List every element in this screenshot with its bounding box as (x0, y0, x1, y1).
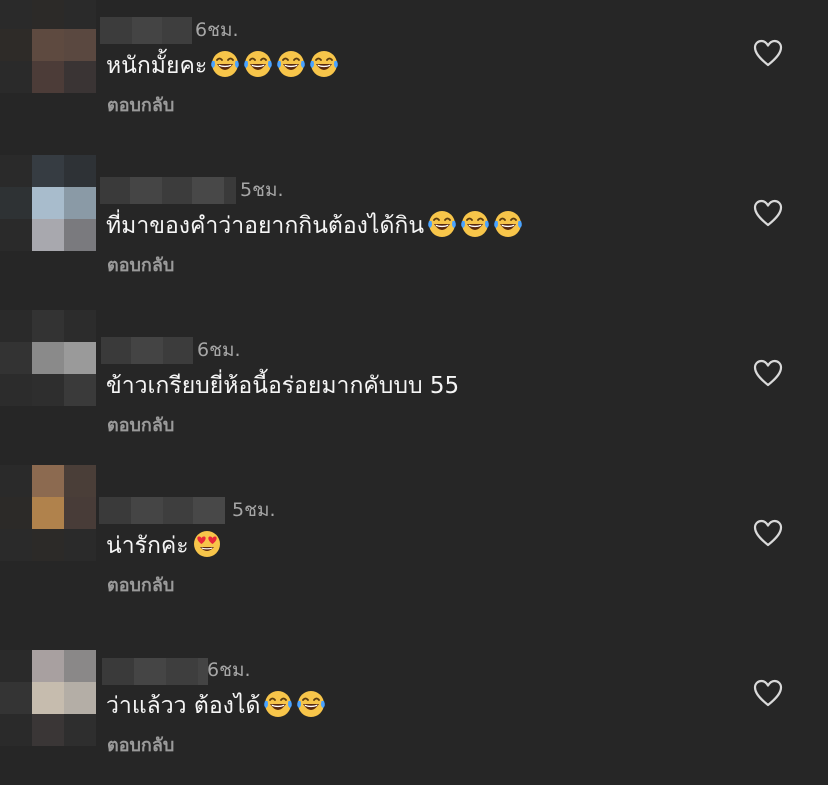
laughing-tears-emoji-icon (461, 211, 489, 237)
avatar-blurred[interactable] (0, 650, 96, 746)
comment-time: 6ชม. (197, 339, 241, 361)
heart-icon[interactable] (752, 198, 784, 228)
heart-icon[interactable] (752, 358, 784, 388)
comment-text-row: ที่มาของคำว่าอยากกินต้องได้กิน (106, 209, 523, 243)
comment-list: 6ชม. หนักมั้ยคะ ตอบกลับ 5ชม. ที่มาของคำว… (0, 0, 828, 785)
comment-item: 6ชม. ข้าวเกรียบยี่ห้อนี้อร่อยมากคับบบ 55… (0, 310, 828, 480)
laughing-tears-emoji-icon (264, 691, 293, 717)
comment-time: 6ชม. (195, 19, 239, 41)
laughing-tears-emoji-icon (277, 51, 305, 77)
laughing-tears-emoji-icon (297, 691, 326, 717)
comment-time: 5ชม. (240, 179, 284, 201)
comment-text-row: ว่าแล้วว ต้องได้ (106, 689, 326, 723)
avatar-blurred[interactable] (0, 155, 96, 251)
laughing-tears-emoji-icon (494, 211, 522, 237)
comment-time: 5ชม. (232, 499, 276, 521)
reply-button[interactable]: ตอบกลับ (107, 573, 174, 599)
avatar-blurred[interactable] (0, 310, 96, 406)
comment-text: ข้าวเกรียบยี่ห้อนี้อร่อยมากคับบบ 55 (106, 373, 460, 399)
avatar-blurred[interactable] (0, 0, 96, 93)
username-blurred[interactable] (100, 177, 236, 204)
comment-text-row: ข้าวเกรียบยี่ห้อนี้อร่อยมากคับบบ 55 (106, 369, 459, 403)
username-blurred[interactable] (99, 497, 225, 524)
laughing-tears-emoji-icon (310, 51, 338, 77)
reply-button[interactable]: ตอบกลับ (107, 413, 174, 439)
username-blurred[interactable] (101, 337, 193, 364)
comment-item: 5ชม. ที่มาของคำว่าอยากกินต้องได้กิน ตอบก… (0, 155, 828, 320)
username-blurred[interactable] (100, 17, 192, 44)
reply-button[interactable]: ตอบกลับ (107, 733, 174, 759)
comment-text: น่ารักค่ะ (106, 533, 189, 559)
heart-icon[interactable] (752, 518, 784, 548)
laughing-tears-emoji-icon (211, 51, 239, 77)
heart-icon[interactable] (752, 38, 784, 68)
comment-text: ว่าแล้วว ต้องได้ (106, 693, 261, 719)
username-blurred[interactable] (102, 658, 208, 685)
comment-item: 6ชม. ว่าแล้วว ต้องได้ ตอบกลับ (0, 640, 828, 785)
comment-text-row: หนักมั้ยคะ (106, 49, 339, 83)
reply-button[interactable]: ตอบกลับ (107, 93, 174, 119)
heart-icon[interactable] (752, 678, 784, 708)
comment-text: หนักมั้ยคะ (106, 53, 208, 79)
laughing-tears-emoji-icon (244, 51, 272, 77)
avatar-blurred[interactable] (0, 465, 96, 561)
comment-text-row: น่ารักค่ะ (106, 529, 222, 563)
heart-eyes-emoji-icon (193, 531, 220, 557)
comment-time: 6ชม. (207, 659, 251, 681)
comment-item: 5ชม. น่ารักค่ะ ตอบกลับ (0, 465, 828, 640)
comment-text: ที่มาของคำว่าอยากกินต้องได้กิน (106, 213, 425, 239)
reply-button[interactable]: ตอบกลับ (107, 253, 174, 279)
laughing-tears-emoji-icon (428, 211, 456, 237)
comment-item: 6ชม. หนักมั้ยคะ ตอบกลับ (0, 0, 828, 160)
